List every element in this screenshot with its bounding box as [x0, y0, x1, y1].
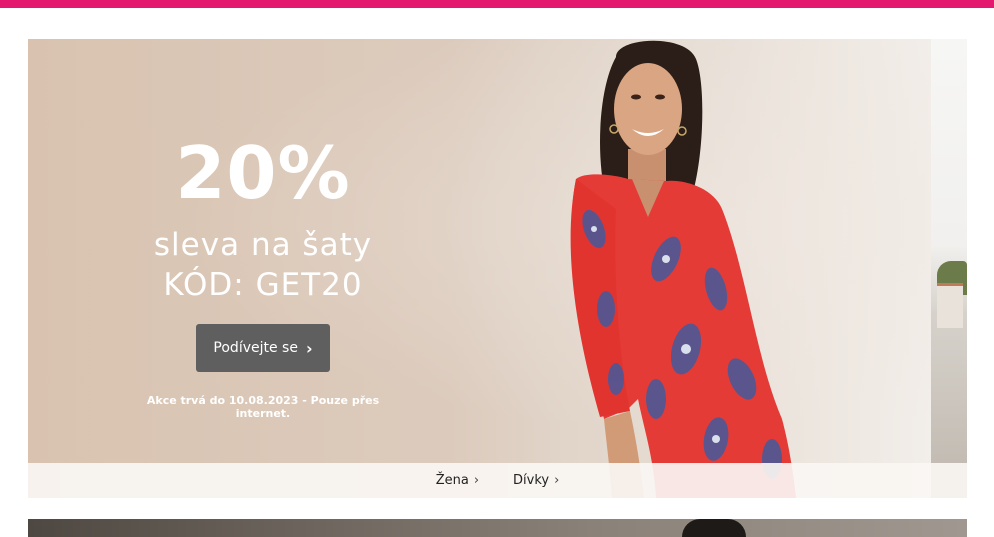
hero-model-image — [570, 40, 796, 498]
subnav-link-label: Žena — [435, 473, 469, 488]
subnav-link-label: Dívky — [513, 473, 550, 488]
next-promo-banner[interactable] — [28, 519, 967, 537]
discount-headline: 20% — [175, 131, 351, 215]
category-subnav: Žena › Dívky › — [28, 463, 967, 498]
hero-background-street — [931, 39, 967, 498]
view-offer-button[interactable]: Podívejte se › — [196, 324, 330, 372]
next-banner-image — [682, 519, 746, 537]
discount-subtitle: sleva na šaty — [153, 227, 373, 263]
view-offer-button-label: Podívejte se — [213, 340, 298, 356]
building-shape — [937, 283, 963, 328]
promo-code: KÓD: GET20 — [163, 267, 363, 303]
chevron-right-icon: › — [554, 473, 560, 488]
brand-top-bar — [0, 0, 994, 8]
chevron-right-icon: › — [473, 473, 480, 488]
subnav-link-divky[interactable]: Dívky › — [513, 473, 559, 488]
subnav-link-zena[interactable]: Žena › — [436, 473, 479, 488]
chevron-right-icon: › — [305, 338, 313, 358]
promo-hero-banner[interactable]: 20% sleva na šaty KÓD: GET20 Podívejte s… — [28, 39, 967, 498]
promo-terms-note: Akce trvá do 10.08.2023 - Pouze přes int… — [146, 394, 380, 420]
